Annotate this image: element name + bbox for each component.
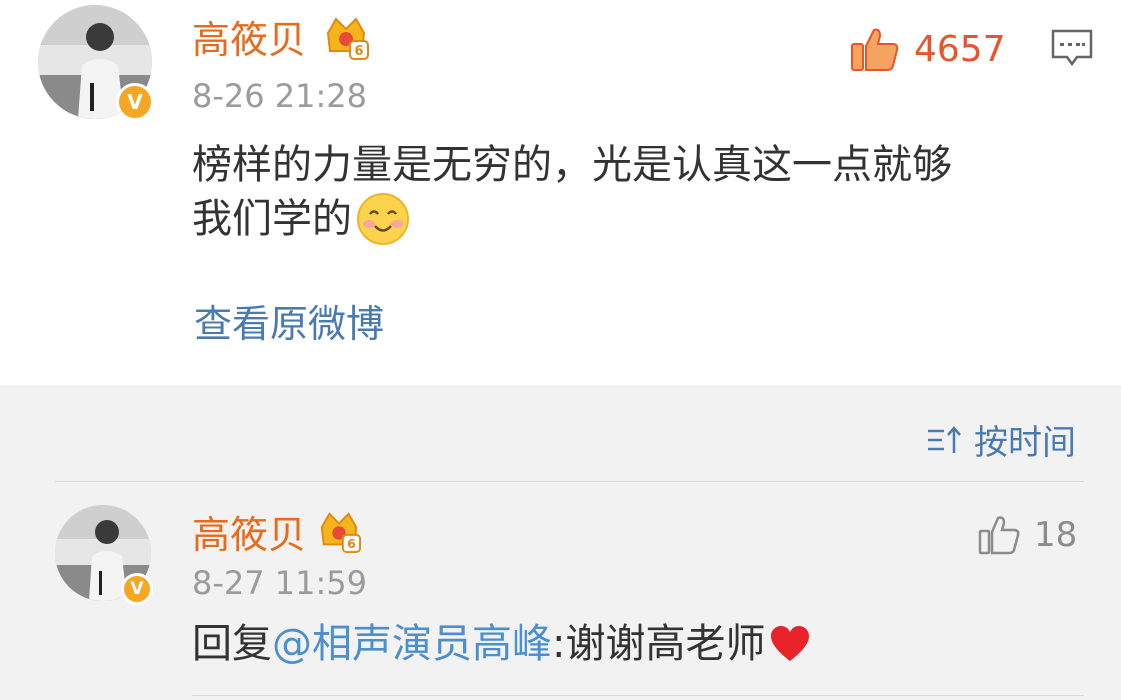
reply-prefix: 回复 bbox=[192, 621, 272, 667]
comment-icon[interactable] bbox=[1050, 28, 1094, 72]
reply-body: :谢谢高老师 bbox=[552, 621, 766, 667]
verified-badge-icon: V bbox=[116, 83, 154, 121]
username[interactable]: 高筱贝 bbox=[192, 18, 306, 62]
thumbs-up-icon bbox=[851, 28, 899, 71]
comment-text-line: 我们学的 bbox=[192, 192, 1092, 246]
timestamp: 8-26 21:28 bbox=[192, 77, 368, 115]
sort-by-time-button[interactable]: 按时间 bbox=[926, 415, 1076, 464]
divider bbox=[192, 695, 1084, 696]
like-button[interactable]: 4657 bbox=[850, 26, 1006, 72]
smile-emoji-icon bbox=[357, 193, 409, 245]
view-original-post-link[interactable]: 查看原微博 bbox=[194, 302, 384, 346]
divider bbox=[55, 481, 1084, 482]
thumbs-up-outline-icon bbox=[978, 516, 1020, 555]
member-crown-icon: 6 bbox=[316, 510, 362, 558]
reply-text: 回复 @相声演员高峰:谢谢高老师 bbox=[192, 617, 811, 671]
comment-text-line-2: 我们学的 bbox=[192, 196, 352, 242]
replies-section: 按时间 V 高筱贝 6 8-27 11:59 18 回复 @相声演员高峰:谢谢高老… bbox=[0, 385, 1121, 700]
comment-text-line: 榜样的力量是无穷的，光是认真这一点就够 bbox=[192, 142, 952, 188]
mention-link[interactable]: @相声演员高峰 bbox=[272, 617, 552, 671]
reply-username[interactable]: 高筱贝 bbox=[192, 513, 306, 557]
main-comment: V 高筱贝 6 8-26 21:28 4657 榜样的力量是无穷的，光是认真这一… bbox=[0, 0, 1121, 385]
reply-timestamp: 8-27 11:59 bbox=[192, 564, 368, 602]
reply-like-count: 18 bbox=[1034, 515, 1078, 555]
comment-text: 榜样的力量是无穷的，光是认真这一点就够 我们学的 bbox=[192, 138, 1092, 246]
svg-text:6: 6 bbox=[347, 536, 356, 551]
heart-emoji-icon bbox=[771, 626, 810, 661]
verified-badge-icon: V bbox=[121, 573, 153, 605]
like-count: 4657 bbox=[914, 28, 1006, 70]
reply-like-button[interactable]: 18 bbox=[978, 515, 1077, 555]
member-crown-icon: 6 bbox=[322, 15, 370, 65]
svg-text:6: 6 bbox=[354, 44, 363, 59]
sort-icon bbox=[928, 425, 961, 453]
sort-label: 按时间 bbox=[974, 423, 1076, 463]
